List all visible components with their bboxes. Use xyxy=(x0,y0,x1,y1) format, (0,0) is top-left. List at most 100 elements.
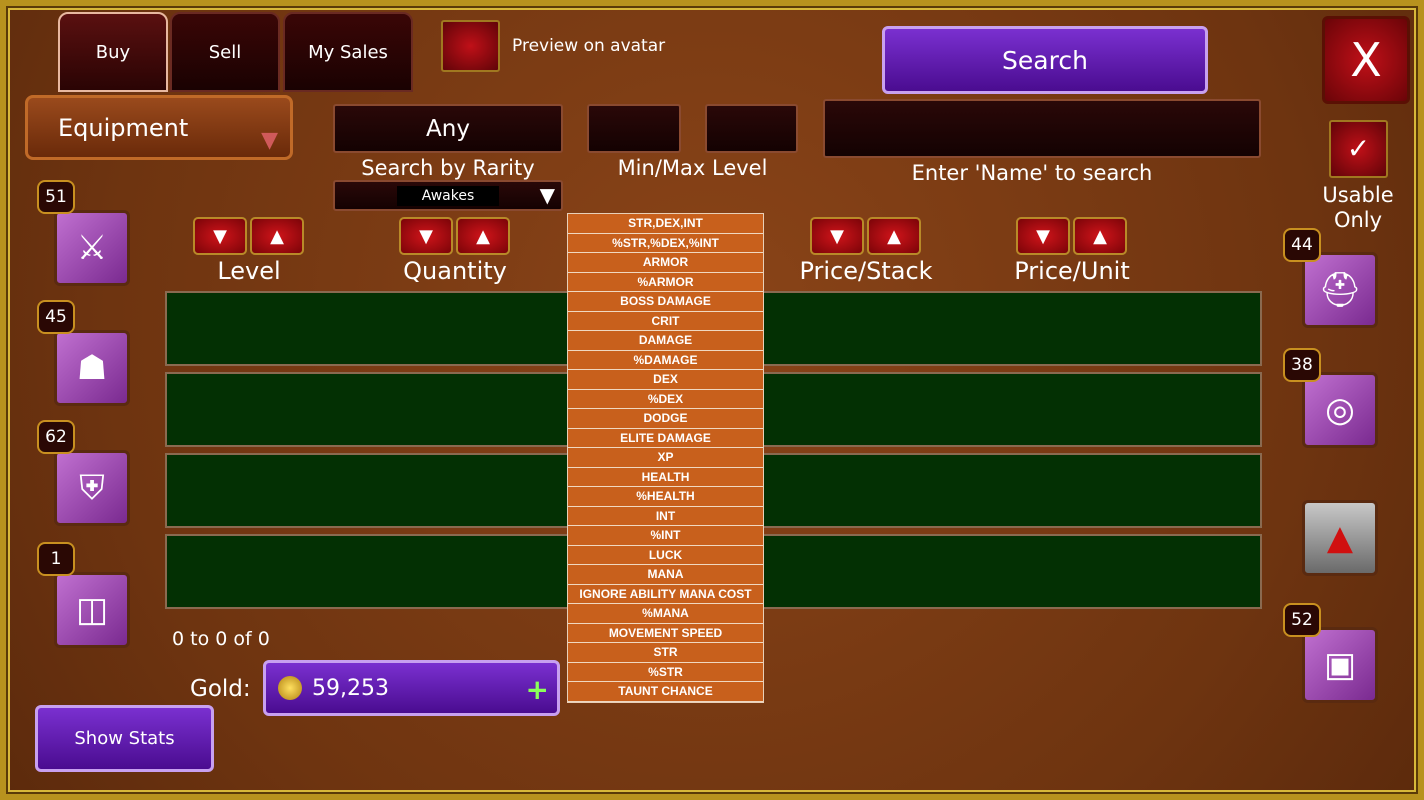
stat-option[interactable]: STR xyxy=(568,643,763,663)
arrow-up-icon: ▲ xyxy=(476,225,490,247)
gold-helmet-icon: ⛑ xyxy=(1318,270,1362,310)
stat-option[interactable]: DEX xyxy=(568,370,763,390)
stat-option[interactable]: %STR xyxy=(568,663,763,682)
sort-price-unit-ascending-button[interactable]: ▲ xyxy=(1073,217,1127,255)
stat-option[interactable]: %STR,%DEX,%INT xyxy=(568,234,763,253)
tab-my-sales[interactable]: My Sales xyxy=(283,12,413,92)
equipped-item-slot[interactable]: ▣ xyxy=(1302,627,1378,703)
arrow-up-icon: ▲ xyxy=(887,225,901,247)
item-level: 51 xyxy=(45,187,67,207)
name-search-input[interactable] xyxy=(823,99,1261,158)
rarity-label: Search by Rarity xyxy=(361,156,535,180)
stat-option[interactable]: MOVEMENT SPEED xyxy=(568,624,763,643)
name-search-label: Enter 'Name' to search xyxy=(911,161,1153,185)
tab-sell[interactable]: Sell xyxy=(170,12,280,92)
gold-label: Gold: xyxy=(190,676,251,702)
stat-option[interactable]: %MANA xyxy=(568,604,763,624)
equipped-item-slot[interactable]: ⛑ xyxy=(1302,252,1378,328)
sort-price-unit-descending-button[interactable]: ▼ xyxy=(1016,217,1070,255)
armor-icon: ⛨ xyxy=(79,468,105,508)
level-range-label: Min/Max Level xyxy=(617,156,768,180)
max-level-input[interactable] xyxy=(705,104,798,153)
tab-label: My Sales xyxy=(308,41,388,63)
sort-price-stack-ascending-button[interactable]: ▲ xyxy=(867,217,921,255)
category-dropdown[interactable]: Equipment ▼ xyxy=(25,95,293,160)
sort-price-stack-label: Price/Stack xyxy=(799,257,933,285)
close-icon: X xyxy=(1350,33,1382,87)
item-level: 62 xyxy=(45,427,67,447)
arrow-down-icon: ▼ xyxy=(1036,225,1050,247)
item-level: 1 xyxy=(50,549,62,569)
stat-option[interactable]: DAMAGE xyxy=(568,331,763,351)
add-gold-icon[interactable]: + xyxy=(526,673,549,706)
stat-option[interactable]: TAUNT CHANCE xyxy=(568,682,763,702)
usable-only-checkbox[interactable]: ✓ xyxy=(1329,120,1388,178)
category-value: Equipment xyxy=(58,114,189,142)
pagination-text: 0 to 0 of 0 xyxy=(172,628,270,650)
show-stats-button[interactable]: Show Stats xyxy=(35,705,214,772)
sort-level-ascending-button[interactable]: ▲ xyxy=(250,217,304,255)
stat-option[interactable]: ARMOR xyxy=(568,253,763,273)
stat-option[interactable]: %ARMOR xyxy=(568,273,763,292)
item-level: 45 xyxy=(45,307,67,327)
equipped-item-slot[interactable]: ☗ xyxy=(54,330,130,406)
belt-icon: ◫ xyxy=(75,590,109,630)
arrow-up-icon: ▲ xyxy=(1093,225,1107,247)
item-level-badge: 45 xyxy=(37,300,75,334)
stat-option[interactable]: IGNORE ABILITY MANA COST xyxy=(568,585,763,604)
arrow-down-icon: ▼ xyxy=(419,225,433,247)
item-level: 38 xyxy=(1291,355,1313,375)
equipped-item-slot[interactable]: ⚔ xyxy=(54,210,130,286)
amulet-icon: ◎ xyxy=(1325,390,1355,430)
stat-option[interactable]: %INT xyxy=(568,526,763,546)
stat-option[interactable]: XP xyxy=(568,448,763,468)
arrow-down-icon: ▼ xyxy=(830,225,844,247)
sort-quantity-ascending-button[interactable]: ▲ xyxy=(456,217,510,255)
gold-coin-icon xyxy=(278,676,302,700)
stat-option[interactable]: %DAMAGE xyxy=(568,351,763,370)
item-level-badge: 38 xyxy=(1283,348,1321,382)
arrow-up-icon: ▲ xyxy=(270,225,284,247)
stat-option[interactable]: LUCK xyxy=(568,546,763,565)
stat-option[interactable]: DODGE xyxy=(568,409,763,429)
sort-level-descending-button[interactable]: ▼ xyxy=(193,217,247,255)
stat-filter-dropdown[interactable]: Awakes ▼ xyxy=(333,180,563,211)
stat-option[interactable]: %HEALTH xyxy=(568,487,763,507)
equipped-item-slot[interactable]: ◫ xyxy=(54,572,130,648)
stat-options-list[interactable]: STR,DEX,INT %STR,%DEX,%INT ARMOR %ARMOR BOSS… xyxy=(567,213,764,703)
preview-checkbox[interactable] xyxy=(441,20,500,72)
sort-quantity-label: Quantity xyxy=(403,257,507,285)
search-label: Search xyxy=(1002,45,1088,75)
stat-option[interactable]: CRIT xyxy=(568,312,763,331)
crossed-blades-icon: ⚔ xyxy=(76,228,108,268)
sort-price-stack-descending-button[interactable]: ▼ xyxy=(810,217,864,255)
tab-buy[interactable]: Buy xyxy=(58,12,168,92)
item-level-badge: 44 xyxy=(1283,228,1321,262)
stat-option[interactable]: ELITE DAMAGE xyxy=(568,429,763,448)
item-level-badge: 1 xyxy=(37,542,75,576)
item-level-badge: 51 xyxy=(37,180,75,214)
treasure-chest-icon: ▣ xyxy=(1323,645,1357,685)
item-level: 44 xyxy=(1291,235,1313,255)
search-button[interactable]: Search xyxy=(882,26,1208,94)
sort-quantity-descending-button[interactable]: ▼ xyxy=(399,217,453,255)
equipped-item-slot[interactable]: ▲ xyxy=(1302,500,1378,576)
usable-only-label: Usable Only xyxy=(1322,183,1394,232)
stat-option[interactable]: %DEX xyxy=(568,390,763,409)
checkmark-icon: ✓ xyxy=(1346,132,1371,165)
equipped-item-slot[interactable]: ⛨ xyxy=(54,450,130,526)
equipped-item-slot[interactable]: ◎ xyxy=(1302,372,1378,448)
close-button[interactable]: X xyxy=(1322,16,1410,104)
stat-option[interactable]: HEALTH xyxy=(568,468,763,487)
item-level: 52 xyxy=(1291,610,1313,630)
stat-option[interactable]: INT xyxy=(568,507,763,526)
show-stats-label: Show Stats xyxy=(74,728,175,749)
stat-filter-value: Awakes xyxy=(397,186,499,206)
stat-option[interactable]: MANA xyxy=(568,565,763,585)
stat-option[interactable]: STR,DEX,INT xyxy=(568,214,763,234)
rarity-dropdown[interactable]: Any xyxy=(333,104,563,153)
hood-icon: ☗ xyxy=(76,348,108,388)
min-level-input[interactable] xyxy=(587,104,681,153)
stat-option[interactable]: BOSS DAMAGE xyxy=(568,292,763,312)
tab-label: Buy xyxy=(95,41,131,63)
